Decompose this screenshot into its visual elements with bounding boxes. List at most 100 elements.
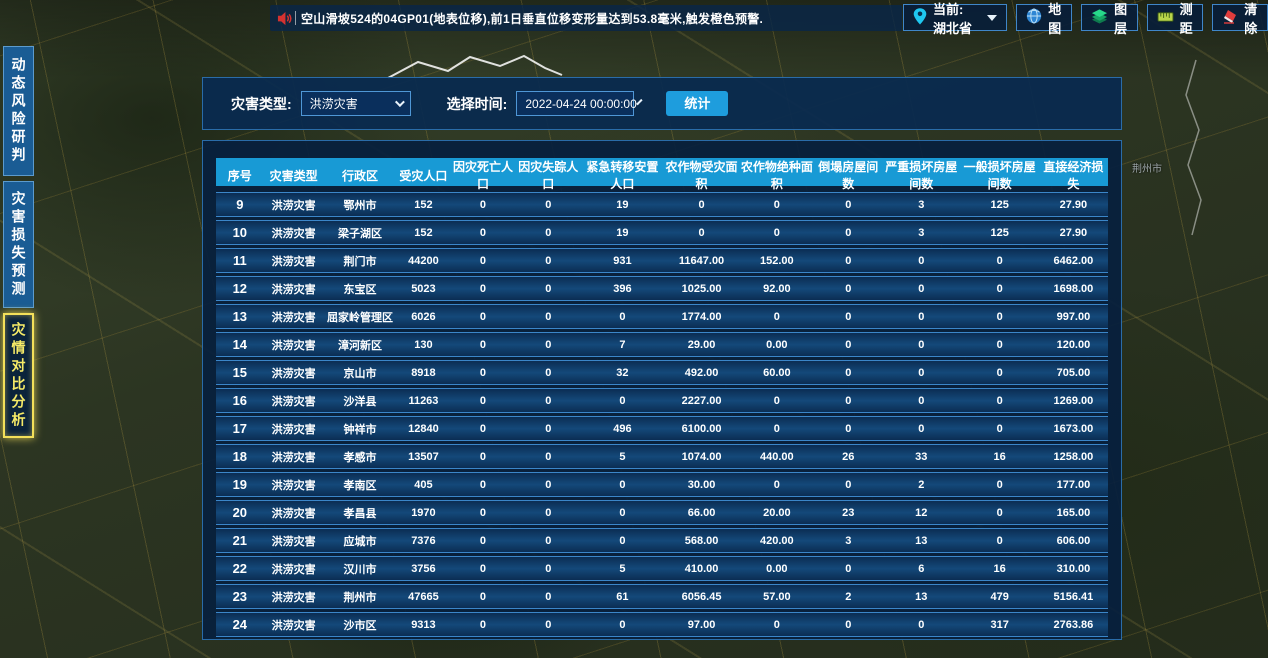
table-cell: 应城市 (324, 533, 397, 549)
table-row[interactable]: 14洪涝灾害漳河新区13000729.000.00000120.00 (216, 332, 1108, 357)
table-cell: 0 (516, 423, 581, 435)
table-cell: 0 (516, 395, 581, 407)
table-cell: 165.00 (1039, 507, 1108, 519)
table-cell: 0 (815, 423, 883, 435)
table-row[interactable]: 17洪涝灾害钟祥市12840004966100.0000001673.00 (216, 416, 1108, 441)
table-cell: 16 (216, 393, 264, 408)
table-cell: 0 (739, 227, 814, 239)
table-cell: 沙洋县 (324, 393, 397, 409)
map-place-label: 荆州市 (1132, 160, 1162, 175)
sidebar-item-comparison-analysis[interactable]: 灾情对比分析 (3, 313, 34, 438)
table-cell: 16 (960, 563, 1038, 575)
column-header: 受灾人口 (397, 167, 451, 184)
table-cell: 92.00 (739, 283, 814, 295)
table-body: 9洪涝灾害鄂州市1520019000312527.9010洪涝灾害梁子湖区152… (216, 192, 1108, 637)
layers-icon (1091, 8, 1108, 27)
table-row[interactable]: 16洪涝灾害沙洋县112630002227.0000001269.00 (216, 388, 1108, 413)
table-cell: 0 (664, 199, 739, 211)
clear-button[interactable]: 清除 (1212, 4, 1268, 31)
table-cell: 0 (450, 311, 515, 323)
column-header: 因灾失踪人口 (516, 158, 581, 192)
table-cell: 漳河新区 (324, 337, 397, 353)
table-cell: 997.00 (1039, 311, 1108, 323)
table-cell: 61 (581, 591, 664, 603)
table-row[interactable]: 22洪涝灾害汉川市3756005410.000.000616310.00 (216, 556, 1108, 581)
filter-panel: 灾害类型: 洪涝灾害 选择时间: 2022-04-24 00:00:00 统计 (202, 77, 1122, 130)
table-row[interactable]: 10洪涝灾害梁子湖区1520019000312527.90 (216, 220, 1108, 245)
table-row[interactable]: 15洪涝灾害京山市89180032492.0060.00000705.00 (216, 360, 1108, 385)
sidebar-item-dynamic-risk[interactable]: 动态风险研判 (3, 46, 34, 176)
table-cell: 0 (960, 507, 1038, 519)
table-row[interactable]: 21洪涝灾害应城市7376000568.00420.003130606.00 (216, 528, 1108, 553)
statistics-button[interactable]: 统计 (666, 91, 728, 116)
ruler-icon (1157, 9, 1174, 27)
table-cell: 1970 (397, 507, 451, 519)
table-row[interactable]: 19洪涝灾害孝南区40500030.000020177.00 (216, 472, 1108, 497)
table-cell: 606.00 (1039, 535, 1108, 547)
table-row[interactable]: 9洪涝灾害鄂州市1520019000312527.90 (216, 192, 1108, 217)
region-selector[interactable]: 当前: 湖北省 (903, 4, 1007, 31)
measure-button-label: 测距 (1180, 0, 1194, 37)
table-cell: 479 (960, 591, 1038, 603)
table-cell: 13 (216, 309, 264, 324)
column-header: 农作物受灾面积 (664, 158, 739, 192)
table-cell: 0 (960, 255, 1038, 267)
table-cell: 125 (960, 199, 1038, 211)
layers-button[interactable]: 图层 (1081, 4, 1138, 31)
measure-button[interactable]: 测距 (1147, 4, 1204, 31)
table-cell: 0 (516, 535, 581, 547)
table-row[interactable]: 12洪涝灾害东宝区5023003961025.0092.000001698.00 (216, 276, 1108, 301)
table-cell: 洪涝灾害 (264, 197, 324, 213)
table-cell: 0 (882, 367, 960, 379)
table-cell: 5 (581, 451, 664, 463)
table-cell: 沙市区 (324, 617, 397, 633)
table-cell: 0 (450, 255, 515, 267)
chevron-down-icon (395, 97, 405, 107)
table-cell: 14 (216, 337, 264, 352)
table-cell: 12 (882, 507, 960, 519)
column-header: 直接经济损失 (1039, 158, 1108, 192)
table-cell: 0 (450, 367, 515, 379)
table-row[interactable]: 23洪涝灾害荆州市4766500616056.4557.002134795156… (216, 584, 1108, 609)
column-header: 因灾死亡人口 (450, 158, 515, 192)
column-header: 一般损坏房屋间数 (960, 158, 1038, 192)
table-cell: 孝昌县 (324, 505, 397, 521)
table-cell: 0 (516, 255, 581, 267)
map-button[interactable]: 地图 (1016, 4, 1072, 31)
alert-text: 空山滑坡524的04GP01(地表位移),前1日垂直位移变形量达到53.8毫米,… (301, 10, 763, 27)
table-cell: 孝南区 (324, 477, 397, 493)
table-cell: 京山市 (324, 365, 397, 381)
disaster-type-select[interactable]: 洪涝灾害 (301, 91, 411, 116)
location-pin-icon (913, 8, 927, 28)
table-cell: 0 (516, 591, 581, 603)
table-row[interactable]: 18洪涝灾害孝感市135070051074.00440.002633161258… (216, 444, 1108, 469)
time-select[interactable]: 2022-04-24 00:00:00 (516, 91, 634, 116)
table-cell: 29.00 (664, 339, 739, 351)
table-cell: 0 (450, 283, 515, 295)
table-cell: 410.00 (664, 563, 739, 575)
table-cell: 0 (516, 199, 581, 211)
table-row[interactable]: 11洪涝灾害荆门市442000093111647.00152.000006462… (216, 248, 1108, 273)
table-cell: 0 (450, 619, 515, 631)
table-cell: 洪涝灾害 (264, 225, 324, 241)
table-cell: 0 (815, 311, 883, 323)
table-row[interactable]: 13洪涝灾害屈家岭管理区60260001774.000000997.00 (216, 304, 1108, 329)
column-header: 严重损坏房屋间数 (882, 158, 960, 192)
table-cell: 568.00 (664, 535, 739, 547)
data-table-panel: 序号灾害类型行政区受灾人口因灾死亡人口因灾失踪人口紧急转移安置人口农作物受灾面积… (202, 140, 1122, 640)
column-header: 序号 (216, 167, 264, 184)
table-cell: 0 (516, 563, 581, 575)
table-row[interactable]: 24洪涝灾害沙市区931300097.000003172763.86 (216, 612, 1108, 637)
table-cell: 8918 (397, 367, 451, 379)
table-row[interactable]: 20洪涝灾害孝昌县197000066.0020.0023120165.00 (216, 500, 1108, 525)
table-cell: 洪涝灾害 (264, 589, 324, 605)
table-cell: 24 (216, 617, 264, 632)
column-header: 紧急转移安置人口 (581, 158, 664, 192)
table-cell: 0 (581, 507, 664, 519)
table-cell: 0 (739, 423, 814, 435)
table-cell: 3 (882, 199, 960, 211)
disaster-type-label: 灾害类型: (231, 94, 292, 114)
table-cell: 0 (960, 535, 1038, 547)
table-cell: 11647.00 (664, 255, 739, 267)
sidebar-item-loss-prediction[interactable]: 灾害损失预测 (3, 181, 34, 308)
